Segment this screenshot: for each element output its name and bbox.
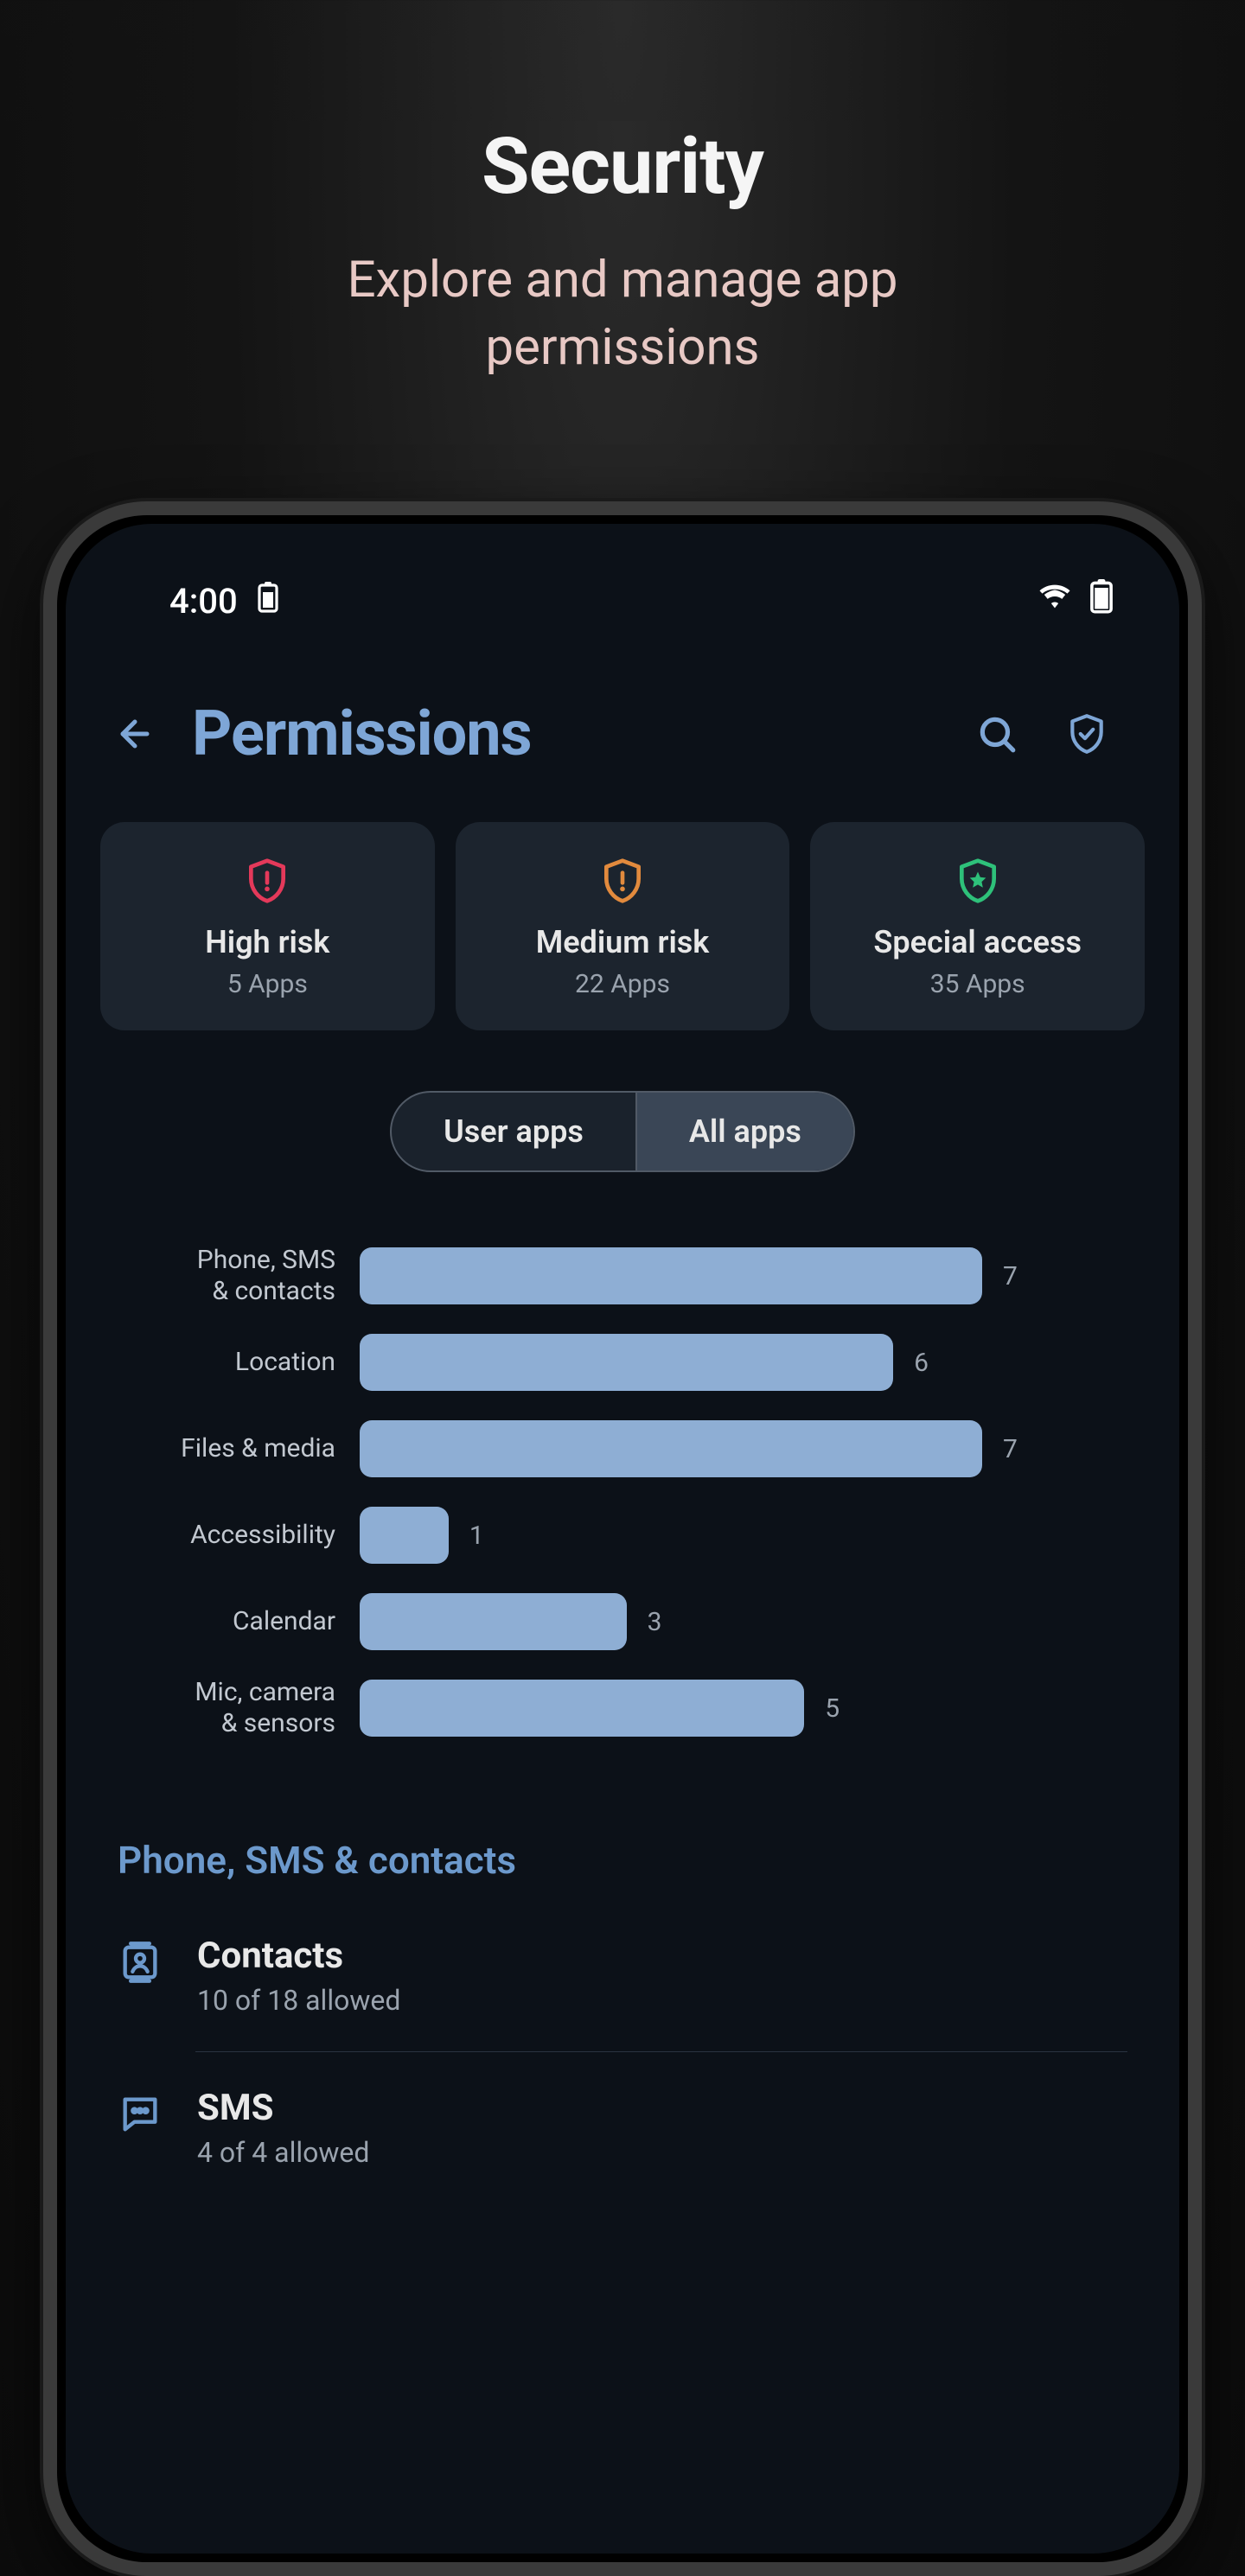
chart-row[interactable]: Location 6 [66, 1319, 1136, 1406]
app-header: Permissions [66, 628, 1179, 805]
promo-subtitle-line2: permissions [486, 318, 760, 377]
chart-value: 6 [914, 1348, 929, 1378]
search-icon [975, 712, 1018, 756]
promo-subtitle: Explore and manage app permissions [0, 246, 1245, 382]
phone-side-button [1198, 1120, 1202, 1328]
promo-subtitle-line1: Explore and manage app [348, 251, 898, 309]
chart-bar [360, 1334, 893, 1391]
shield-button[interactable] [1063, 711, 1110, 757]
chart-bar [360, 1247, 982, 1304]
wifi-icon [1038, 579, 1072, 622]
chart-label: Mic, camera& sensors [66, 1677, 360, 1739]
chart-bar-zone: 1 [360, 1507, 1136, 1564]
app-filter-toggle: User apps All apps [66, 1091, 1179, 1172]
status-left: 4:00 [169, 581, 279, 622]
page-title: Permissions [192, 697, 942, 770]
segmented-control: User apps All apps [390, 1091, 855, 1172]
chart-label: Calendar [66, 1606, 360, 1637]
permission-text: SMS 4 of 4 allowed [197, 2087, 1127, 2169]
chart-bar [360, 1680, 804, 1737]
chart-label: Location [66, 1347, 360, 1378]
chart-bar-zone: 7 [360, 1247, 1136, 1304]
chart-value: 7 [1003, 1434, 1018, 1464]
chart-value: 1 [469, 1521, 484, 1551]
permissions-bar-chart: Phone, SMS& contacts 7 Location 6 Files & me… [66, 1233, 1179, 1751]
shield-star-icon [954, 857, 1002, 905]
chart-row[interactable]: Mic, camera& sensors 5 [66, 1665, 1136, 1751]
risk-card-special[interactable]: Special access 35 Apps [810, 822, 1145, 1030]
chart-bar [360, 1507, 449, 1564]
risk-cards-row: High risk 5 Apps Medium risk 22 Apps Spe… [66, 805, 1179, 1030]
chart-value: 3 [648, 1607, 662, 1637]
arrow-left-icon [114, 713, 156, 755]
risk-card-medium[interactable]: Medium risk 22 Apps [456, 822, 790, 1030]
promo-title: Security [0, 121, 1245, 212]
chart-bar-zone: 5 [360, 1680, 1136, 1737]
permission-text: Contacts 10 of 18 allowed [197, 1935, 1127, 2017]
contacts-icon [118, 1940, 163, 1985]
shield-alert-icon [598, 857, 647, 905]
battery-small-icon [257, 581, 279, 622]
chart-bar [360, 1420, 982, 1477]
chart-row[interactable]: Accessibility 1 [66, 1492, 1136, 1578]
toggle-user-apps[interactable]: User apps [392, 1093, 635, 1170]
chart-bar-zone: 6 [360, 1334, 1136, 1391]
risk-card-high[interactable]: High risk 5 Apps [100, 822, 435, 1030]
chart-row[interactable]: Phone, SMS& contacts 7 [66, 1233, 1136, 1319]
chart-label: Accessibility [66, 1520, 360, 1551]
header-actions [974, 711, 1136, 757]
battery-icon [1084, 579, 1119, 622]
status-right [1038, 579, 1119, 622]
section-title: Phone, SMS & contacts [66, 1751, 1179, 1900]
search-button[interactable] [974, 711, 1020, 757]
screen: 4:00 Permissions [66, 524, 1179, 2554]
risk-sub: 35 Apps [819, 969, 1136, 999]
chart-bar-zone: 3 [360, 1593, 1136, 1650]
chart-value: 5 [825, 1693, 840, 1724]
permission-title: Contacts [197, 1935, 1127, 1977]
permission-item-contacts[interactable]: Contacts 10 of 18 allowed [66, 1900, 1179, 2051]
status-bar: 4:00 [66, 524, 1179, 628]
back-button[interactable] [109, 708, 161, 760]
permission-sub: 10 of 18 allowed [197, 1984, 1127, 2017]
phone-frame: 4:00 Permissions [43, 501, 1202, 2576]
chart-value: 7 [1003, 1261, 1018, 1291]
shield-alert-icon [243, 857, 291, 905]
risk-sub: 5 Apps [109, 969, 426, 999]
chart-row[interactable]: Calendar 3 [66, 1578, 1136, 1665]
risk-title: Medium risk [464, 924, 782, 960]
chart-label: Files & media [66, 1433, 360, 1464]
permission-title: SMS [197, 2087, 1127, 2129]
shield-check-icon [1065, 712, 1108, 756]
sms-icon [118, 2092, 163, 2137]
permission-sub: 4 of 4 allowed [197, 2136, 1127, 2169]
toggle-all-apps[interactable]: All apps [635, 1093, 853, 1170]
risk-sub: 22 Apps [464, 969, 782, 999]
risk-title: Special access [819, 924, 1136, 960]
chart-label: Phone, SMS& contacts [66, 1245, 360, 1307]
risk-title: High risk [109, 924, 426, 960]
status-time: 4:00 [169, 581, 238, 622]
chart-row[interactable]: Files & media 7 [66, 1406, 1136, 1492]
chart-bar [360, 1593, 627, 1650]
permission-item-sms[interactable]: SMS 4 of 4 allowed [66, 2052, 1179, 2203]
chart-bar-zone: 7 [360, 1420, 1136, 1477]
